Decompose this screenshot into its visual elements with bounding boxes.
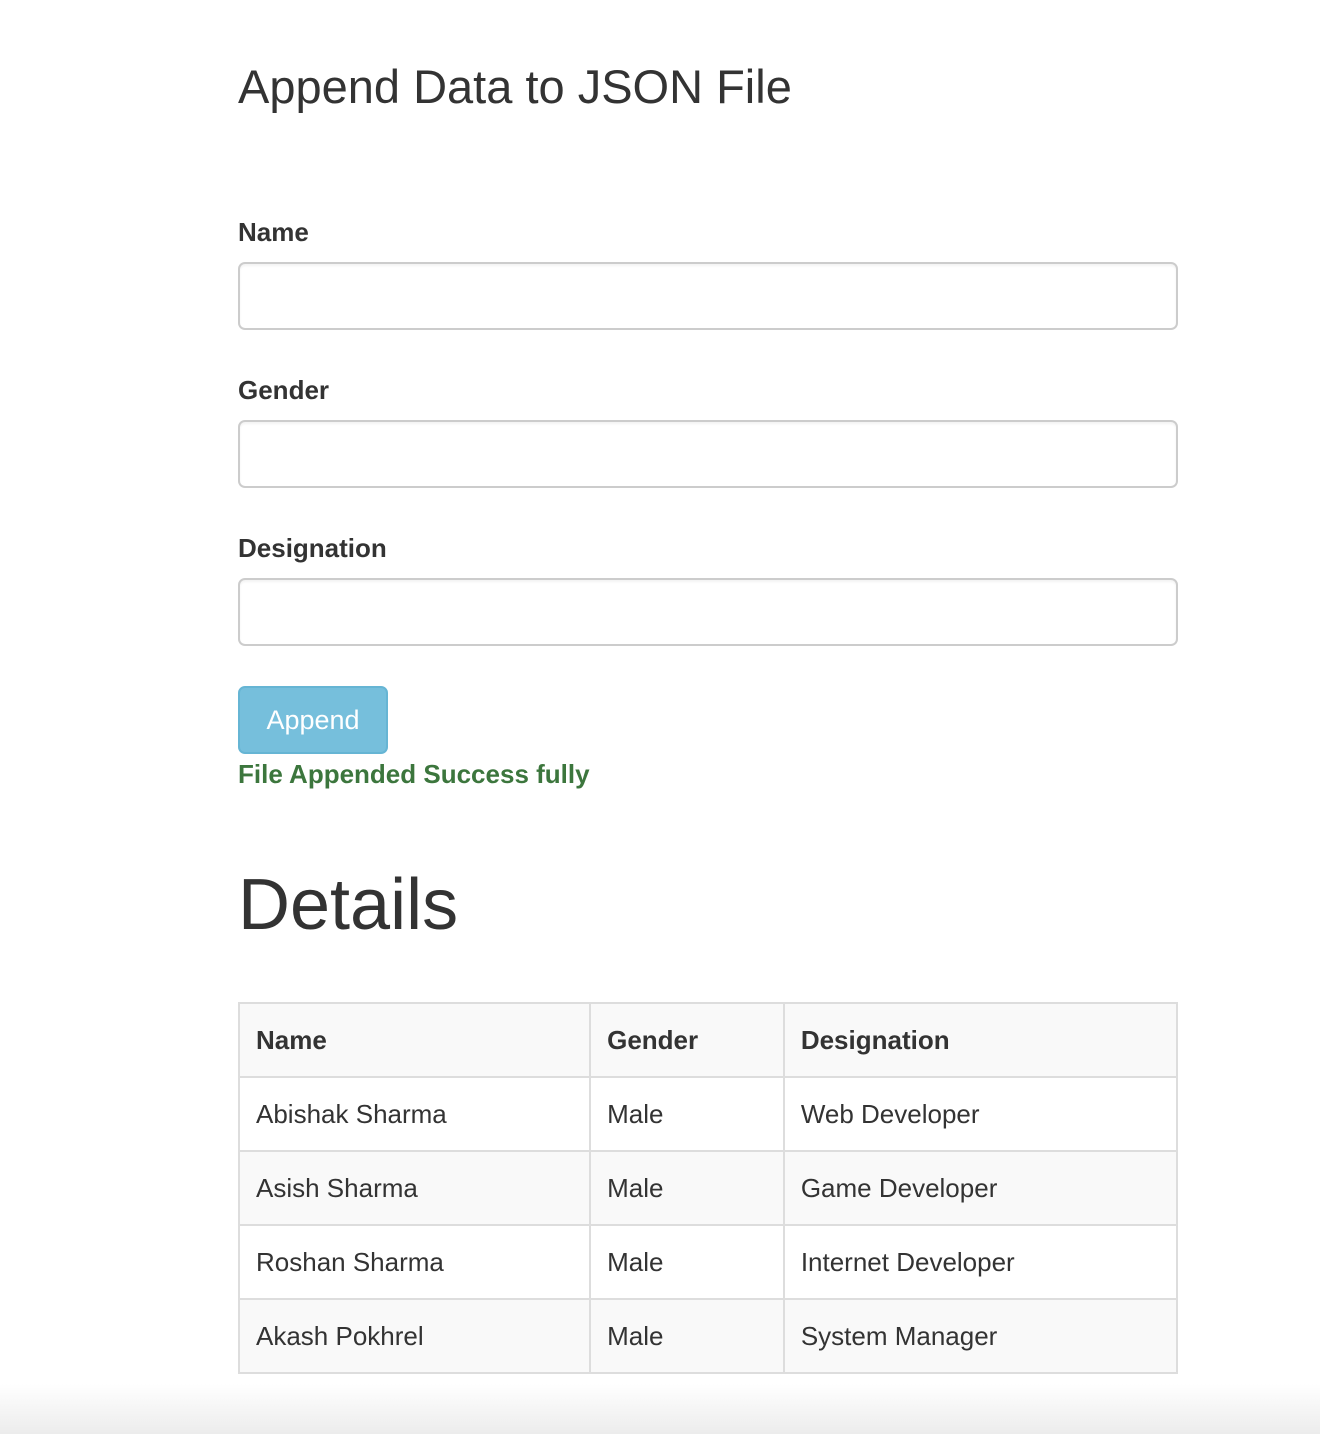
table-row: Asish Sharma Male Game Developer bbox=[237, 1150, 1179, 1226]
table-header-row: Name Gender Designation bbox=[237, 1002, 1179, 1078]
column-header-gender: Gender bbox=[589, 1002, 785, 1078]
details-table: Name Gender Designation Abishak Sharma M… bbox=[237, 1002, 1179, 1374]
table-row: Abishak Sharma Male Web Developer bbox=[237, 1076, 1179, 1152]
cell-name: Asish Sharma bbox=[237, 1150, 592, 1226]
cell-name: Roshan Sharma bbox=[237, 1224, 592, 1300]
gender-label: Gender bbox=[238, 375, 330, 405]
details-table-body: Abishak Sharma Male Web Developer Asish … bbox=[237, 1076, 1179, 1374]
cell-gender: Male bbox=[589, 1224, 785, 1300]
cell-name: Abishak Sharma bbox=[237, 1076, 592, 1152]
cell-gender: Male bbox=[589, 1150, 785, 1226]
cell-gender: Male bbox=[589, 1076, 785, 1152]
designation-label: Designation bbox=[238, 533, 387, 563]
page-title: Append Data to JSON File bbox=[238, 60, 792, 113]
details-heading: Details bbox=[238, 865, 459, 945]
page: Append Data to JSON File Name Gender Des… bbox=[0, 0, 1320, 1434]
gender-input[interactable] bbox=[238, 420, 1178, 488]
bottom-fade bbox=[0, 1384, 1320, 1434]
column-header-designation: Designation bbox=[782, 1002, 1179, 1078]
cell-designation: Web Developer bbox=[782, 1076, 1179, 1152]
name-label: Name bbox=[238, 217, 309, 247]
table-row: Roshan Sharma Male Internet Developer bbox=[237, 1224, 1179, 1300]
column-header-name: Name bbox=[237, 1002, 592, 1078]
cell-designation: Game Developer bbox=[782, 1150, 1179, 1226]
cell-designation: System Manager bbox=[782, 1298, 1179, 1374]
cell-designation: Internet Developer bbox=[782, 1224, 1179, 1300]
cell-gender: Male bbox=[589, 1298, 785, 1374]
designation-input[interactable] bbox=[238, 578, 1178, 646]
success-message: File Appended Success fully bbox=[238, 759, 590, 789]
name-input[interactable] bbox=[238, 262, 1178, 330]
table-row: Akash Pokhrel Male System Manager bbox=[237, 1298, 1179, 1374]
details-table-head: Name Gender Designation bbox=[237, 1002, 1179, 1078]
cell-name: Akash Pokhrel bbox=[237, 1298, 592, 1374]
append-button[interactable]: Append bbox=[238, 686, 388, 754]
